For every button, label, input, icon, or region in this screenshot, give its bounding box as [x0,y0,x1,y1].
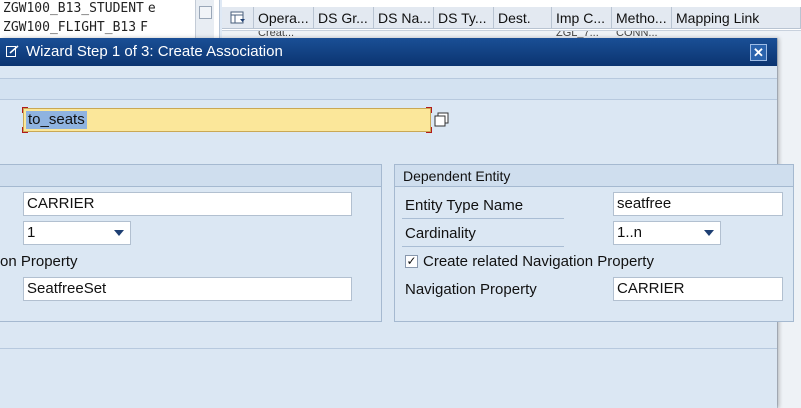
association-name-input[interactable]: to_seats [22,107,432,133]
principal-cardinality-select[interactable]: 1 [23,221,131,245]
section-bar [0,78,777,100]
dependent-nav-field[interactable]: CARRIER [613,277,783,301]
principal-nav-field[interactable]: SeatfreeSet [23,277,352,301]
layout-icon[interactable] [222,7,254,29]
col-operation[interactable]: Opera... [254,7,314,29]
tree-scrollbar[interactable] [195,0,214,38]
principal-nav-label: on Property [0,253,78,270]
checkmark-icon: ✓ [406,254,417,268]
entity-type-name-label: Entity Type Name [405,197,524,214]
label-underline [402,246,564,247]
col-ds-group[interactable]: DS Gr... [314,7,374,29]
mapping-table: Opera... DS Gr... DS Na... DS Ty... Dest… [222,0,801,39]
tree-panel: ZGW100_B13_STUDENT e ZGW100_FLIGHT_B13 F [0,0,220,38]
dependent-entity-field[interactable]: seatfree [613,192,783,216]
dependent-panel-header: Dependent Entity [395,165,793,187]
navigation-property-label: Navigation Property [405,281,537,298]
tree-item-flight[interactable]: ZGW100_FLIGHT_B13 F [3,20,148,35]
dropdown-arrow-icon[interactable] [114,230,124,236]
cardinality-label: Cardinality [405,225,476,242]
col-method[interactable]: Metho... [612,7,672,29]
col-mapping-link[interactable]: Mapping Link [672,7,801,29]
label-underline [402,218,564,219]
col-imp-class[interactable]: Imp C... [552,7,612,29]
create-nav-label: Create related Navigation Property [423,253,654,270]
dropdown-arrow-icon[interactable] [704,230,714,236]
footer-divider [0,348,777,349]
col-ds-type[interactable]: DS Ty... [434,7,494,29]
create-nav-checkbox[interactable]: ✓ [405,255,418,268]
principal-entity-field[interactable]: CARRIER [23,192,352,216]
dependent-cardinality-select[interactable]: 1..n [613,221,721,245]
tree-item-student[interactable]: ZGW100_B13_STUDENT e [3,1,156,16]
col-ds-name[interactable]: DS Na... [374,7,434,29]
close-icon[interactable]: ✕ [750,44,767,61]
wizard-dialog: Wizard Step 1 of 3: Create Association ✕… [0,38,794,408]
dialog-title: Wizard Step 1 of 3: Create Association [26,43,283,60]
col-dest[interactable]: Dest. [494,7,552,29]
dialog-titlebar[interactable]: Wizard Step 1 of 3: Create Association ✕ [0,38,777,66]
copy-icon[interactable] [432,111,452,129]
principal-panel-header [0,165,381,187]
scroll-up-button[interactable] [199,6,212,19]
dialog-edit-icon [6,45,19,57]
